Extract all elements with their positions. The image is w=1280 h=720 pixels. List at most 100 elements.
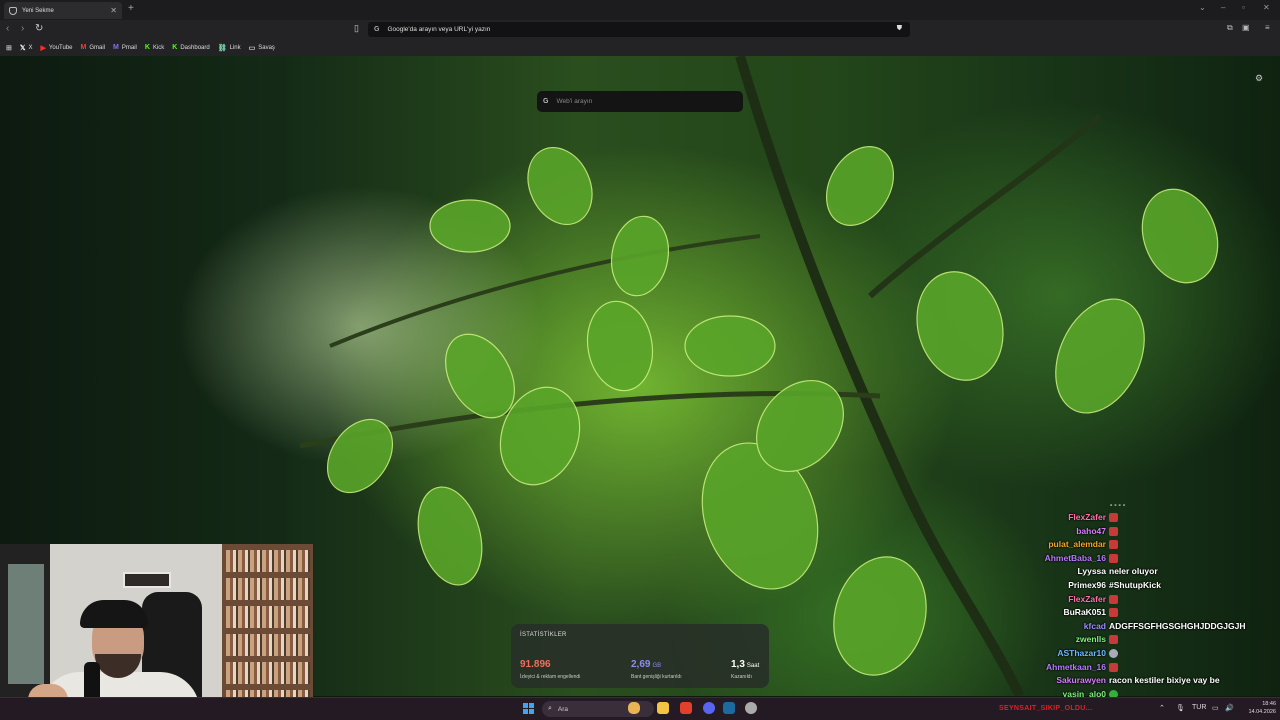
chat-username: pulat_alemdar xyxy=(1048,539,1106,550)
chat-text: racon kestiler bixiye vay be xyxy=(1109,675,1220,686)
kick-icon: K xyxy=(144,44,150,51)
bookmark-x[interactable]: 𝕏X xyxy=(20,44,33,52)
chat-emote-icon xyxy=(1109,662,1118,672)
ntp-search-box[interactable]: G Web'i arayın xyxy=(537,91,743,112)
maximize-icon[interactable]: ▫ xyxy=(1242,3,1245,12)
bookmark-link[interactable]: ⛓ Link xyxy=(218,44,241,52)
stat-bandwidth-saved: 2,69 GB Bant genişliği kurtarıldı xyxy=(631,659,682,680)
stats-header: İSTATİSTİKLER xyxy=(520,632,567,638)
chat-username: zwenlls xyxy=(1075,634,1106,645)
chat-text: ADGFFSGFHGSGHGHJDDGJGJH xyxy=(1109,620,1246,631)
kick-icon: K xyxy=(172,44,178,51)
ntp-search-placeholder: Web'i arayın xyxy=(556,98,593,105)
network-icon[interactable]: ▭ xyxy=(1212,704,1219,712)
bookmark-gmail[interactable]: M Gmail xyxy=(81,44,106,51)
chat-emote-icon xyxy=(1109,513,1118,522)
close-tab-icon[interactable]: ✕ xyxy=(110,6,117,15)
chat-username: ASThazar10 xyxy=(1057,648,1106,658)
chat-message: Sakurawyen racon kestiler bixiye vay be xyxy=(1000,675,1280,688)
language-indicator[interactable]: TUR xyxy=(1192,704,1206,711)
chat-emote-icon xyxy=(1109,649,1118,658)
chat-overlay: - - - - FlexZafer baho47 pulat_alemdar Ahme… xyxy=(1000,502,1280,700)
volume-icon[interactable]: 🔊 xyxy=(1225,704,1234,712)
chat-username: Sakurawyen xyxy=(1056,675,1106,686)
tray-chevron-icon[interactable]: ⌃ xyxy=(1159,704,1165,712)
alert-text: SEYNSAIT_SIKIP_OLDU... xyxy=(999,705,1093,712)
discord-icon[interactable] xyxy=(703,702,715,714)
windows-start-icon[interactable] xyxy=(523,703,534,714)
chat-message: AhmetBaba_16 xyxy=(1000,553,1280,566)
chat-username: Primex96 xyxy=(1068,580,1106,590)
bookmark-folder-savas[interactable]: ▭ Savaş xyxy=(249,44,275,52)
chat-message: baho47 xyxy=(1000,526,1280,539)
close-window-icon[interactable]: ✕ xyxy=(1263,3,1270,12)
chat-message: Ahmetkaan_16 xyxy=(1000,662,1280,675)
brave-icon[interactable] xyxy=(680,702,692,714)
file-explorer-icon[interactable] xyxy=(657,702,669,714)
chat-emote-icon xyxy=(1109,635,1118,645)
apps-icon[interactable]: ⊞ xyxy=(6,44,12,52)
stat-time-saved: 1,3 Saat Kazanıldı xyxy=(731,659,760,680)
mic-icon[interactable]: 🎙 xyxy=(1176,704,1185,712)
chat-username: baho47 xyxy=(1076,525,1106,536)
bookmark-dashboard[interactable]: K Dashboard xyxy=(172,44,209,51)
chat-message: Lyyssa neler oluyor xyxy=(1000,566,1280,579)
new-tab-icon[interactable]: + xyxy=(128,3,134,14)
taskbar: ⌕ Ara SEYNSAIT_SIKIP_OLDU... ⌃ 🎙 TUR ▭ 🔊… xyxy=(0,697,1280,720)
chat-message: BuRaK051 xyxy=(1000,607,1280,620)
webcam-overlay xyxy=(0,544,313,716)
link-icon: ⛓ xyxy=(217,44,227,52)
google-icon: G xyxy=(374,26,380,33)
tab-new-tab[interactable]: Yeni Sekme ✕ xyxy=(4,2,122,19)
wall-picture xyxy=(123,572,171,588)
chat-message: pulat_alemdar xyxy=(1000,539,1280,552)
chat-text: #ShutupKick xyxy=(1109,580,1161,590)
extensions-icon[interactable]: ⧉ xyxy=(1227,23,1233,33)
obs-icon[interactable] xyxy=(745,702,757,714)
chat-username: kfcad xyxy=(1083,620,1106,631)
bookmarks-bar: ⊞ 𝕏X ▶ YouTube M Gmail M Pmail K Kick K Dashb… xyxy=(0,39,1280,56)
forward-icon[interactable]: › xyxy=(21,23,24,34)
chat-username: Ahmetkaan_16 xyxy=(1045,661,1106,672)
chat-emote-icon xyxy=(1109,526,1118,536)
clock[interactable]: 18:46 14.04.2026 xyxy=(1240,700,1276,716)
bookmark-kick[interactable]: K Kick xyxy=(145,44,164,51)
gmail-icon: M xyxy=(80,44,87,51)
back-icon[interactable]: ‹ xyxy=(6,23,9,34)
bookmark-youtube[interactable]: ▶ YouTube xyxy=(41,44,73,52)
sidebar-icon[interactable]: ▣ xyxy=(1242,23,1250,32)
menu-icon[interactable]: ≡ xyxy=(1265,23,1270,32)
gear-icon[interactable]: ⚙ xyxy=(1255,73,1263,84)
chat-username: AhmetBaba_16 xyxy=(1044,552,1106,563)
google-icon: G xyxy=(543,98,549,105)
chat-emote-icon xyxy=(1109,553,1118,563)
reload-icon[interactable]: ↻ xyxy=(35,23,43,34)
youtube-icon: ▶ xyxy=(40,44,46,52)
chat-username: FlexZafer xyxy=(1068,512,1106,522)
chat-text: neler oluyor xyxy=(1109,566,1158,577)
cap xyxy=(80,600,148,628)
chat-message: FlexZafer xyxy=(1000,594,1280,607)
chat-message: FlexZafer xyxy=(1000,512,1280,525)
chevron-down-icon[interactable]: ⌄ xyxy=(1199,3,1206,12)
chat-username: BuRaK051 xyxy=(1063,607,1106,618)
chat-emote-icon xyxy=(1109,608,1118,618)
bookshelf xyxy=(222,544,313,716)
folder-icon: ▭ xyxy=(248,44,256,52)
address-bar[interactable]: G Google'da arayın veya URL'yi yazın ⛊ xyxy=(368,22,910,37)
widget-icon[interactable] xyxy=(628,702,640,714)
bookmark-icon[interactable]: ▯ xyxy=(354,23,359,34)
bookmark-pmail[interactable]: M Pmail xyxy=(113,44,137,51)
chat-message: ASThazar10 xyxy=(1000,648,1280,661)
shield-icon xyxy=(9,6,17,15)
minimize-icon[interactable]: – xyxy=(1221,3,1225,12)
pmail-icon: M xyxy=(113,44,119,51)
brave-shield-icon[interactable]: ⛊ xyxy=(897,25,902,33)
chat-emote-icon xyxy=(1109,594,1118,604)
steam-icon[interactable] xyxy=(723,702,735,714)
search-icon: ⌕ xyxy=(548,705,552,712)
stat-trackers-blocked: 91.896 İzleyici & reklam engellendi xyxy=(520,659,581,680)
stats-widget[interactable]: İSTATİSTİKLER 91.896 İzleyici & reklam e… xyxy=(511,624,769,688)
chat-message: Primex96 #ShutupKick xyxy=(1000,580,1280,593)
chat-message: kfcad ADGFFSGFHGSGHGHJDDGJGJH xyxy=(1000,621,1280,634)
